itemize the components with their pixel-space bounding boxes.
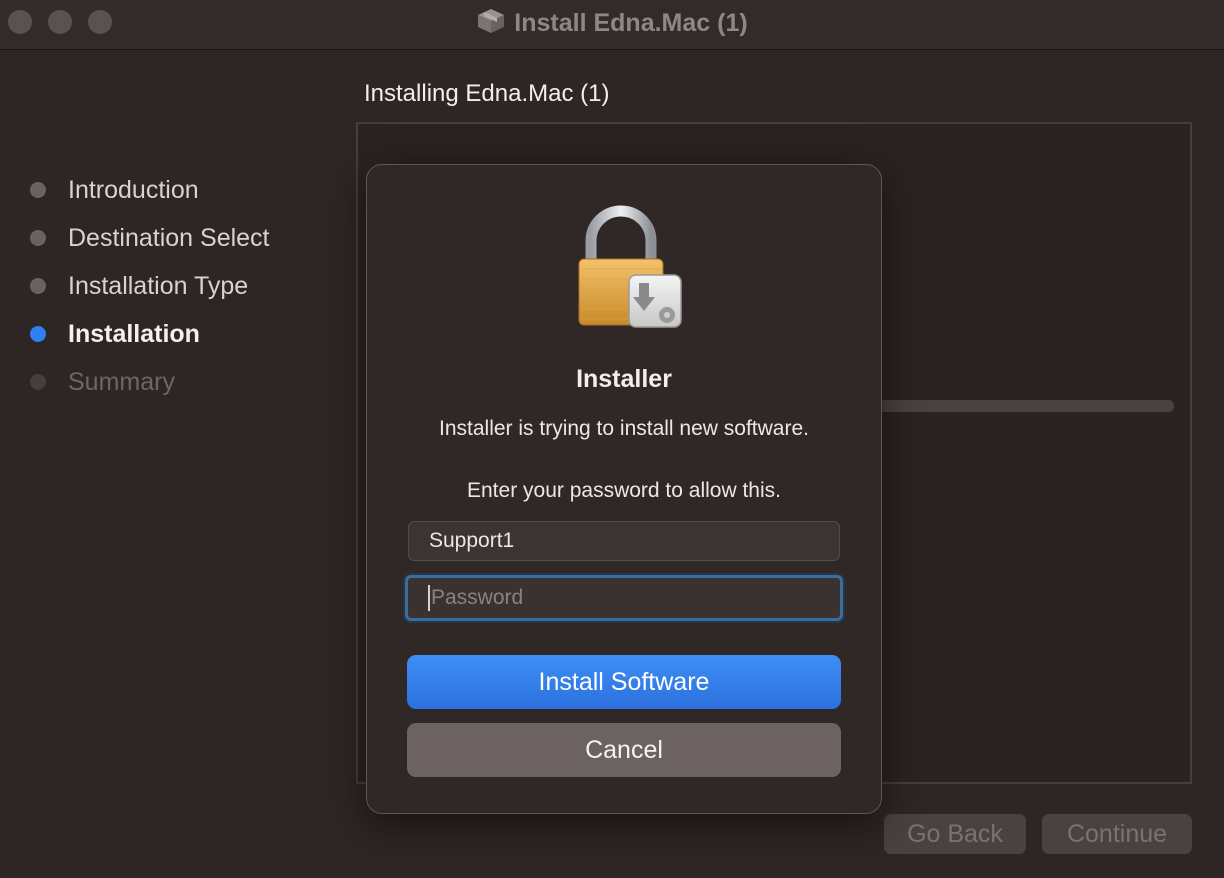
step-label: Installation bbox=[68, 319, 200, 348]
dialog-message: Installer is trying to install new softw… bbox=[439, 417, 809, 440]
go-back-button[interactable]: Go Back bbox=[884, 814, 1026, 854]
username-value: Support1 bbox=[429, 529, 515, 552]
lock-icon bbox=[571, 205, 691, 335]
step-destination-select: Destination Select bbox=[30, 214, 270, 262]
step-summary: Summary bbox=[30, 358, 270, 406]
cancel-button[interactable]: Cancel bbox=[407, 723, 841, 777]
step-label: Summary bbox=[68, 367, 175, 396]
step-label: Destination Select bbox=[68, 223, 270, 252]
window-title: Install Edna.Mac (1) bbox=[0, 8, 1224, 41]
authentication-dialog: Installer Installer is trying to install… bbox=[366, 164, 882, 814]
progress-bar bbox=[878, 400, 1174, 412]
step-dot bbox=[30, 182, 46, 198]
text-caret bbox=[428, 585, 430, 611]
window-title-text: Install Edna.Mac (1) bbox=[514, 9, 748, 37]
username-field[interactable]: Support1 bbox=[408, 521, 840, 561]
password-field[interactable]: Password bbox=[405, 575, 843, 621]
package-icon bbox=[476, 8, 506, 41]
step-dot-current bbox=[30, 326, 46, 342]
step-dot bbox=[30, 374, 46, 390]
step-introduction: Introduction bbox=[30, 166, 270, 214]
step-label: Installation Type bbox=[68, 271, 249, 300]
continue-button[interactable]: Continue bbox=[1042, 814, 1192, 854]
dialog-prompt: Enter your password to allow this. bbox=[467, 479, 781, 502]
install-software-button[interactable]: Install Software bbox=[407, 655, 841, 709]
step-installation: Installation bbox=[30, 310, 270, 358]
step-installation-type: Installation Type bbox=[30, 262, 270, 310]
step-label: Introduction bbox=[68, 175, 199, 204]
page-heading: Installing Edna.Mac (1) bbox=[364, 80, 610, 107]
dialog-title: Installer bbox=[576, 365, 672, 393]
title-bar: Install Edna.Mac (1) bbox=[0, 0, 1224, 50]
step-list: Introduction Destination Select Installa… bbox=[30, 166, 270, 406]
step-dot bbox=[30, 230, 46, 246]
step-dot bbox=[30, 278, 46, 294]
password-placeholder: Password bbox=[431, 586, 524, 609]
